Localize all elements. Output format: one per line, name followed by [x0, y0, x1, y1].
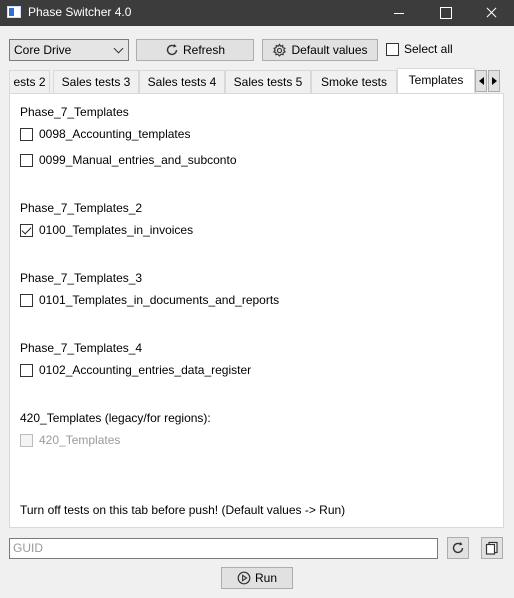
window-title: Phase Switcher 4.0	[28, 5, 132, 19]
tab-templates[interactable]: Templates	[397, 68, 475, 94]
default-values-label: Default values	[291, 43, 368, 57]
checkbox[interactable]	[20, 363, 33, 377]
reload-icon	[452, 542, 464, 554]
tab-sales-tests-4[interactable]: Sales tests 4	[139, 70, 225, 93]
reload-button[interactable]	[447, 537, 469, 559]
test-label: 0102_Accounting_entries_data_register	[39, 363, 252, 377]
minimize-button[interactable]	[376, 0, 422, 26]
default-values-button[interactable]: Default values	[262, 39, 378, 61]
test-item-0099[interactable]: 0099_Manual_entries_and_subconto	[20, 153, 237, 167]
guid-placeholder: GUID	[13, 541, 43, 555]
guid-input[interactable]: GUID	[9, 538, 438, 559]
select-all-checkbox[interactable]: Select all	[386, 42, 453, 56]
select-all-box[interactable]	[386, 42, 399, 56]
gear-icon	[273, 42, 287, 57]
title-bar: Phase Switcher 4.0	[0, 0, 514, 26]
tab-label: Sales tests 5	[233, 75, 303, 89]
test-item-0102[interactable]: 0102_Accounting_entries_data_register	[20, 363, 251, 377]
checkbox[interactable]	[20, 153, 33, 167]
tab-label: Templates	[408, 73, 464, 87]
chevron-down-icon	[113, 43, 124, 54]
group-title: Phase_7_Templates_2	[20, 201, 143, 215]
dropdown-value: Core Drive	[14, 43, 72, 57]
tab-smoke-tests[interactable]: Smoke tests	[311, 70, 397, 93]
tab-strip: ests 2 Sales tests 3 Sales tests 4 Sales…	[9, 68, 504, 94]
refresh-icon	[166, 44, 178, 56]
copy-button[interactable]	[481, 537, 503, 559]
app-icon	[7, 6, 21, 18]
group-title: Phase_7_Templates_3	[20, 271, 143, 285]
checkbox[interactable]	[20, 127, 33, 141]
copy-icon	[485, 541, 498, 555]
test-label: 420_Templates	[39, 433, 121, 447]
run-label: Run	[254, 571, 277, 585]
group-title: Phase_7_Templates	[20, 105, 129, 119]
tab-sales-tests-5[interactable]: Sales tests 5	[225, 70, 311, 93]
warning-note: Turn off tests on this tab before push! …	[20, 503, 346, 517]
group-title: 420_Templates (legacy/for regions):	[20, 411, 211, 425]
checkbox[interactable]	[20, 223, 33, 237]
test-item-420: 420_Templates	[20, 433, 120, 447]
play-icon	[237, 571, 251, 585]
tab-sales-tests-2[interactable]: ests 2	[9, 70, 50, 93]
test-label: 0098_Accounting_templates	[39, 127, 191, 141]
group-title: Phase_7_Templates_4	[20, 341, 143, 355]
tab-label: ests 2	[13, 75, 46, 89]
test-label: 0099_Manual_entries_and_subconto	[39, 153, 237, 167]
test-item-0101[interactable]: 0101_Templates_in_documents_and_reports	[20, 293, 279, 307]
maximize-button[interactable]	[422, 0, 468, 26]
database-dropdown[interactable]: Core Drive	[9, 39, 129, 61]
tab-scroll-left-icon[interactable]	[475, 70, 487, 92]
close-button[interactable]	[468, 0, 514, 26]
test-label: 0101_Templates_in_documents_and_reports	[39, 293, 280, 307]
tab-sales-tests-3[interactable]: Sales tests 3	[53, 70, 139, 93]
tab-label: Sales tests 3	[61, 75, 131, 89]
checkbox[interactable]	[20, 293, 33, 307]
test-item-0098[interactable]: 0098_Accounting_templates	[20, 127, 190, 141]
test-label: 0100_Templates_in_invoices	[39, 223, 194, 237]
tab-scroll-right-icon[interactable]	[488, 70, 500, 92]
tab-label: Smoke tests	[320, 75, 388, 89]
select-all-label: Select all	[404, 42, 453, 56]
checkbox-disabled	[20, 433, 33, 447]
test-item-0100[interactable]: 0100_Templates_in_invoices	[20, 223, 193, 237]
refresh-label: Refresh	[182, 43, 226, 57]
tab-label: Sales tests 4	[147, 75, 217, 89]
run-button[interactable]: Run	[221, 567, 293, 589]
refresh-button[interactable]: Refresh	[136, 39, 254, 61]
templates-tab-panel: Phase_7_Templates 0098_Accounting_templa…	[9, 93, 504, 528]
